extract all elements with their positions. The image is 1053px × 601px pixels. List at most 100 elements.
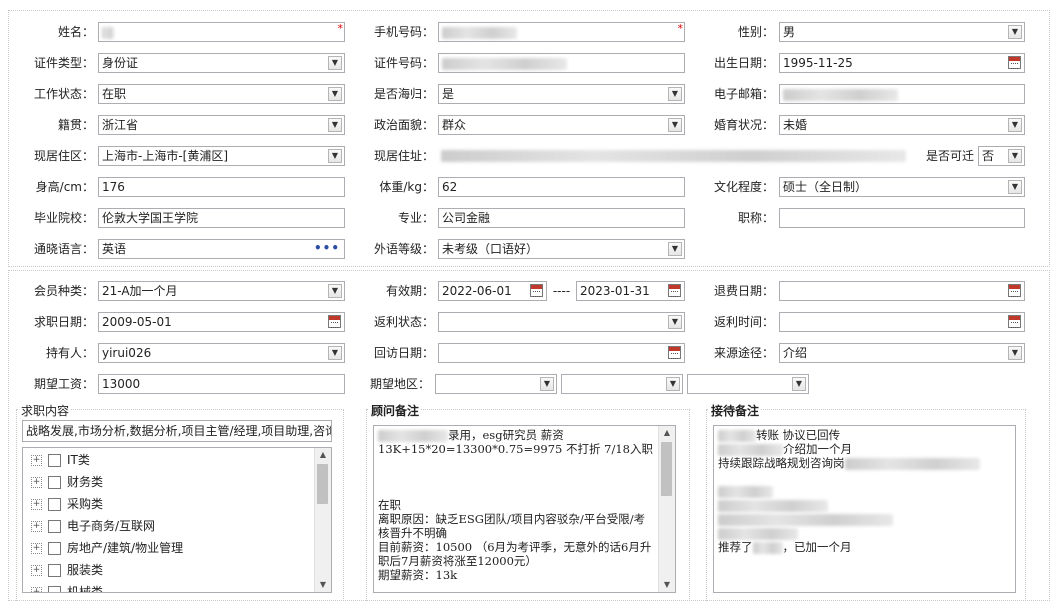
school-field[interactable]: 伦敦大学国王学院 <box>98 208 345 228</box>
phone-field[interactable]: * <box>438 22 685 42</box>
relocate-select[interactable]: 否 ▼ <box>978 146 1025 166</box>
chevron-down-icon[interactable]: ▼ <box>1008 118 1022 132</box>
valid-to-field[interactable]: 2023-01-31 <box>576 281 685 301</box>
expand-icon[interactable]: + <box>31 499 42 510</box>
area-city-select[interactable]: ▼ <box>561 374 683 394</box>
chevron-down-icon[interactable]: ▼ <box>792 377 806 391</box>
valid-from-value: 2022-06-01 <box>442 284 512 298</box>
scroll-up-icon[interactable]: ▲ <box>315 448 331 462</box>
tree-item[interactable]: + 服装类 <box>31 559 103 581</box>
chevron-down-icon[interactable]: ▼ <box>328 56 342 70</box>
tree-item[interactable]: + 机械类 <box>31 581 103 592</box>
calendar-icon[interactable] <box>1008 56 1021 69</box>
address-field[interactable] <box>438 146 916 166</box>
height-field[interactable]: 176 <box>98 177 345 197</box>
chevron-down-icon[interactable]: ▼ <box>666 377 680 391</box>
major-field[interactable]: 公司金融 <box>438 208 685 228</box>
rebate-time-field[interactable] <box>779 312 1025 332</box>
visit-date-field[interactable] <box>438 343 685 363</box>
job-date-field[interactable]: 2009-05-01 <box>98 312 345 332</box>
chevron-down-icon[interactable]: ▼ <box>668 315 682 329</box>
tree-item[interactable]: + 电子商务/互联网 <box>31 515 155 537</box>
checkbox[interactable] <box>48 520 61 533</box>
birth-date-field[interactable]: 1995-11-25 <box>779 53 1025 73</box>
work-status-select[interactable]: 在职 ▼ <box>98 84 345 104</box>
id-number-field[interactable] <box>438 53 685 73</box>
region-select[interactable]: 上海市-上海市-[黄浦区] ▼ <box>98 146 345 166</box>
marital-select[interactable]: 未婚 ▼ <box>779 115 1025 135</box>
area-province-select[interactable]: ▼ <box>435 374 557 394</box>
checkbox[interactable] <box>48 476 61 489</box>
note-line-text: 介绍加一个月 <box>783 442 852 456</box>
chevron-down-icon[interactable]: ▼ <box>1008 25 1022 39</box>
checkbox[interactable] <box>48 564 61 577</box>
tree-item[interactable]: + 采购类 <box>31 493 103 515</box>
chevron-down-icon[interactable]: ▼ <box>328 118 342 132</box>
holder-select[interactable]: yirui026 ▼ <box>98 343 345 363</box>
chevron-down-icon[interactable]: ▼ <box>328 87 342 101</box>
checkbox[interactable] <box>48 498 61 511</box>
calendar-icon[interactable] <box>668 284 681 297</box>
native-place-value: 浙江省 <box>102 118 139 132</box>
ellipsis-icon[interactable]: ••• <box>314 240 340 257</box>
scroll-thumb[interactable] <box>661 442 672 496</box>
chevron-down-icon[interactable]: ▼ <box>328 149 342 163</box>
tree-scrollbar[interactable]: ▲ ▼ <box>314 448 331 592</box>
name-field[interactable]: * <box>98 22 345 42</box>
expand-icon[interactable]: + <box>31 587 42 592</box>
job-content-summary[interactable]: 战略发展,市场分析,数据分析,项目主管/经理,项目助理,咨询 <box>22 420 332 442</box>
email-field[interactable] <box>779 84 1025 104</box>
calendar-icon[interactable] <box>1008 315 1021 328</box>
professional-title-field[interactable] <box>779 208 1025 228</box>
scroll-down-icon[interactable]: ▼ <box>315 578 331 592</box>
expand-icon[interactable]: + <box>31 565 42 576</box>
id-type-select[interactable]: 身份证 ▼ <box>98 53 345 73</box>
expand-icon[interactable]: + <box>31 455 42 466</box>
gender-select[interactable]: 男 ▼ <box>779 22 1025 42</box>
reception-notes-textarea[interactable]: 转账 协议已回传 介绍加一个月 持续跟踪战略规划咨询岗 推荐了 ，已加一个月 <box>713 425 1016 593</box>
expand-icon[interactable]: + <box>31 543 42 554</box>
salary-field[interactable]: 13000 <box>98 374 345 394</box>
chevron-down-icon[interactable]: ▼ <box>1008 149 1022 163</box>
chevron-down-icon[interactable]: ▼ <box>1008 180 1022 194</box>
checkbox[interactable] <box>48 586 61 592</box>
valid-from-field[interactable]: 2022-06-01 <box>438 281 547 301</box>
foreign-level-select[interactable]: 未考级（口语好） ▼ <box>438 239 685 259</box>
tree-item[interactable]: + 财务类 <box>31 471 103 493</box>
calendar-icon[interactable] <box>1008 284 1021 297</box>
language-field[interactable]: 英语 ••• <box>98 239 345 259</box>
chevron-down-icon[interactable]: ▼ <box>328 284 342 298</box>
scroll-thumb[interactable] <box>317 464 328 504</box>
job-category-tree[interactable]: + IT类 + 财务类 + 采购类 + 电子商务/互联网 + 房地产/建筑/物业管理 + 服装类 + 机械… <box>22 447 332 593</box>
tree-item[interactable]: + IT类 <box>31 449 90 471</box>
chevron-down-icon[interactable]: ▼ <box>668 87 682 101</box>
refund-date-field[interactable] <box>779 281 1025 301</box>
scroll-down-icon[interactable]: ▼ <box>659 578 675 592</box>
calendar-icon[interactable] <box>328 315 341 328</box>
chevron-down-icon[interactable]: ▼ <box>668 118 682 132</box>
expand-icon[interactable]: + <box>31 521 42 532</box>
checkbox[interactable] <box>48 454 61 467</box>
advisor-notes-textarea[interactable]: 录用，esg研究员 薪资 13K+15*20=13300*0.75=9975 不打… <box>373 425 676 593</box>
calendar-icon[interactable] <box>668 346 681 359</box>
overseas-select[interactable]: 是 ▼ <box>438 84 685 104</box>
member-type-select[interactable]: 21-A加一个月 ▼ <box>98 281 345 301</box>
scroll-up-icon[interactable]: ▲ <box>659 426 675 440</box>
chevron-down-icon[interactable]: ▼ <box>540 377 554 391</box>
rebate-status-select[interactable]: ▼ <box>438 312 685 332</box>
political-select[interactable]: 群众 ▼ <box>438 115 685 135</box>
chevron-down-icon[interactable]: ▼ <box>1008 346 1022 360</box>
chevron-down-icon[interactable]: ▼ <box>328 346 342 360</box>
expand-icon[interactable]: + <box>31 477 42 488</box>
education-select[interactable]: 硕士（全日制） ▼ <box>779 177 1025 197</box>
calendar-icon[interactable] <box>530 284 543 297</box>
native-place-select[interactable]: 浙江省 ▼ <box>98 115 345 135</box>
advisor-scrollbar[interactable]: ▲ ▼ <box>658 426 675 592</box>
source-select[interactable]: 介绍 ▼ <box>779 343 1025 363</box>
chevron-down-icon[interactable]: ▼ <box>668 242 682 256</box>
job-content-summary-text: 战略发展,市场分析,数据分析,项目主管/经理,项目助理,咨询 <box>26 424 332 438</box>
area-district-select[interactable]: ▼ <box>687 374 809 394</box>
weight-field[interactable]: 62 <box>438 177 685 197</box>
tree-item[interactable]: + 房地产/建筑/物业管理 <box>31 537 183 559</box>
checkbox[interactable] <box>48 542 61 555</box>
